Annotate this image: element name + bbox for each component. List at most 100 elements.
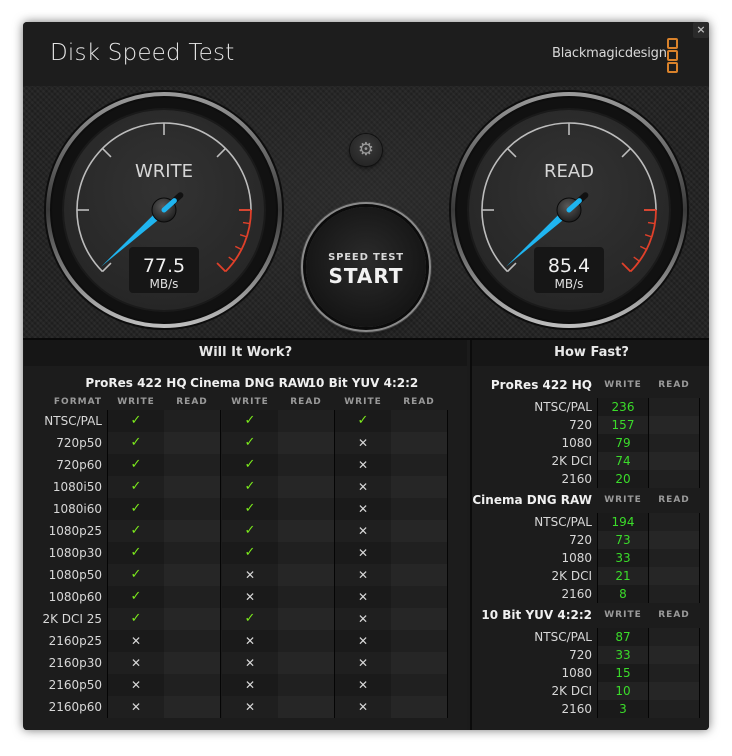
read-cell-empty [278, 432, 334, 454]
read-cell-empty [278, 410, 334, 432]
table-row: 1080i60 ✓ ✓ ✕ [24, 498, 467, 520]
table-row: NTSC/PAL 194 [472, 513, 709, 531]
read-speed-value [649, 549, 699, 567]
cross-icon: ✕ [335, 542, 391, 564]
format-label: 2K DCI [551, 684, 592, 698]
read-cell-empty [278, 674, 334, 696]
format-label: 2160 [561, 587, 592, 601]
cross-icon: ✕ [222, 674, 278, 696]
read-speed-value [649, 700, 699, 718]
check-icon: ✓ [222, 520, 278, 542]
read-cell-empty [164, 432, 220, 454]
read-cell-empty [278, 586, 334, 608]
table-row: 1080p60 ✓ ✕ ✕ [24, 586, 467, 608]
format-label: 1080 [561, 551, 592, 565]
table-row: 1080p50 ✓ ✕ ✕ [24, 564, 467, 586]
will-it-work-header: Will It Work? [24, 340, 467, 366]
check-icon: ✓ [108, 564, 164, 586]
brand-name: Blackmagicdesign [552, 46, 667, 61]
cross-icon: ✕ [335, 498, 391, 520]
table-row: 2160 8 [472, 585, 709, 603]
check-icon: ✓ [222, 410, 278, 432]
read-cell-empty [164, 564, 220, 586]
cross-icon: ✕ [108, 630, 164, 652]
column-header-read: READ [403, 397, 435, 407]
read-speed-value [649, 585, 699, 603]
read-speed-value [649, 513, 699, 531]
read-cell-empty [391, 696, 447, 718]
format-label: 2160p50 [48, 678, 102, 692]
cross-icon: ✕ [222, 564, 278, 586]
read-cell-empty [278, 476, 334, 498]
close-button[interactable]: × [693, 22, 709, 38]
read-cell-empty [278, 630, 334, 652]
read-cell-empty [278, 564, 334, 586]
gauge-area: WRITE 77.5 MB/s READ 85.4 MB/s ⚙ SPEED TEST … [23, 86, 709, 340]
read-cell-empty [391, 432, 447, 454]
format-label: 1080i50 [52, 480, 102, 494]
table-row: 1080 33 [472, 549, 709, 567]
write-speed-value: 21 [598, 567, 648, 585]
cross-icon: ✕ [335, 564, 391, 586]
format-column-header: FORMAT [53, 397, 102, 407]
format-label: 1080p25 [48, 524, 102, 538]
read-cell-empty [164, 652, 220, 674]
close-icon: × [696, 23, 706, 36]
table-row: 720 33 [472, 646, 709, 664]
will-it-work-panel: Will It Work? ProRes 422 HQ WRITE READ Cine… [24, 340, 467, 730]
format-label: 720 [569, 533, 592, 547]
how-fast-group: 10 Bit YUV 4:2:2 WRITE READ NTSC/PAL 87 720 33… [472, 608, 709, 718]
settings-button[interactable]: ⚙ [350, 134, 382, 166]
gauge-label: WRITE [135, 161, 193, 182]
read-cell-empty [391, 608, 447, 630]
column-divider [597, 398, 598, 488]
read-speed-value [649, 416, 699, 434]
check-icon: ✓ [335, 410, 391, 432]
brand-logo-icon [667, 38, 678, 74]
read-cell-empty [278, 498, 334, 520]
app-window: Disk Speed Test Blackmagicdesign WRITE 77… [23, 22, 709, 730]
table-row: 2160 20 [472, 470, 709, 488]
gauge-unit: MB/s [150, 277, 179, 291]
read-cell-empty [164, 520, 220, 542]
table-row: 720p60 ✓ ✓ ✕ [24, 454, 467, 476]
read-cell-empty [164, 696, 220, 718]
write-speed-value: 194 [598, 513, 648, 531]
table-row: 720p50 ✓ ✓ ✕ [24, 432, 467, 454]
title-bar: Disk Speed Test Blackmagicdesign [23, 22, 709, 87]
format-label: 2160 [561, 702, 592, 716]
read-cell-empty [391, 520, 447, 542]
cross-icon: ✕ [335, 476, 391, 498]
cross-icon: ✕ [108, 652, 164, 674]
table-row: NTSC/PAL ✓ ✓ ✓ [24, 410, 467, 432]
format-label: 2K DCI 25 [42, 612, 102, 626]
format-label: 2160p25 [48, 634, 102, 648]
read-speed-value [649, 452, 699, 470]
read-speed-value [649, 470, 699, 488]
table-row: 2K DCI 21 [472, 567, 709, 585]
how-fast-group: ProRes 422 HQ WRITE READ NTSC/PAL 236 720 157 1… [472, 378, 709, 488]
read-speed-value [649, 531, 699, 549]
column-divider [597, 628, 598, 718]
read-cell-empty [164, 630, 220, 652]
how-fast-group-title: Cinema DNG RAW [472, 493, 592, 507]
write-speed-value: 8 [598, 585, 648, 603]
table-row: 2160p50 ✕ ✕ ✕ [24, 674, 467, 696]
format-label: 720p60 [56, 458, 102, 472]
format-label: NTSC/PAL [534, 630, 592, 644]
table-row: 1080 79 [472, 434, 709, 452]
group-header: 10 Bit YUV 4:2:2 [307, 376, 419, 390]
check-icon: ✓ [222, 608, 278, 630]
column-header-read: READ [658, 495, 690, 505]
start-button[interactable]: SPEED TEST START [306, 207, 426, 327]
check-icon: ✓ [108, 498, 164, 520]
read-cell-empty [164, 410, 220, 432]
format-label: 2160 [561, 472, 592, 486]
write-gauge: WRITE 77.5MB/s [44, 90, 284, 330]
read-speed-value [649, 434, 699, 452]
format-label: 1080p30 [48, 546, 102, 560]
read-cell-empty [391, 630, 447, 652]
write-speed-value: 3 [598, 700, 648, 718]
read-speed-value [649, 398, 699, 416]
column-divider [648, 513, 649, 603]
